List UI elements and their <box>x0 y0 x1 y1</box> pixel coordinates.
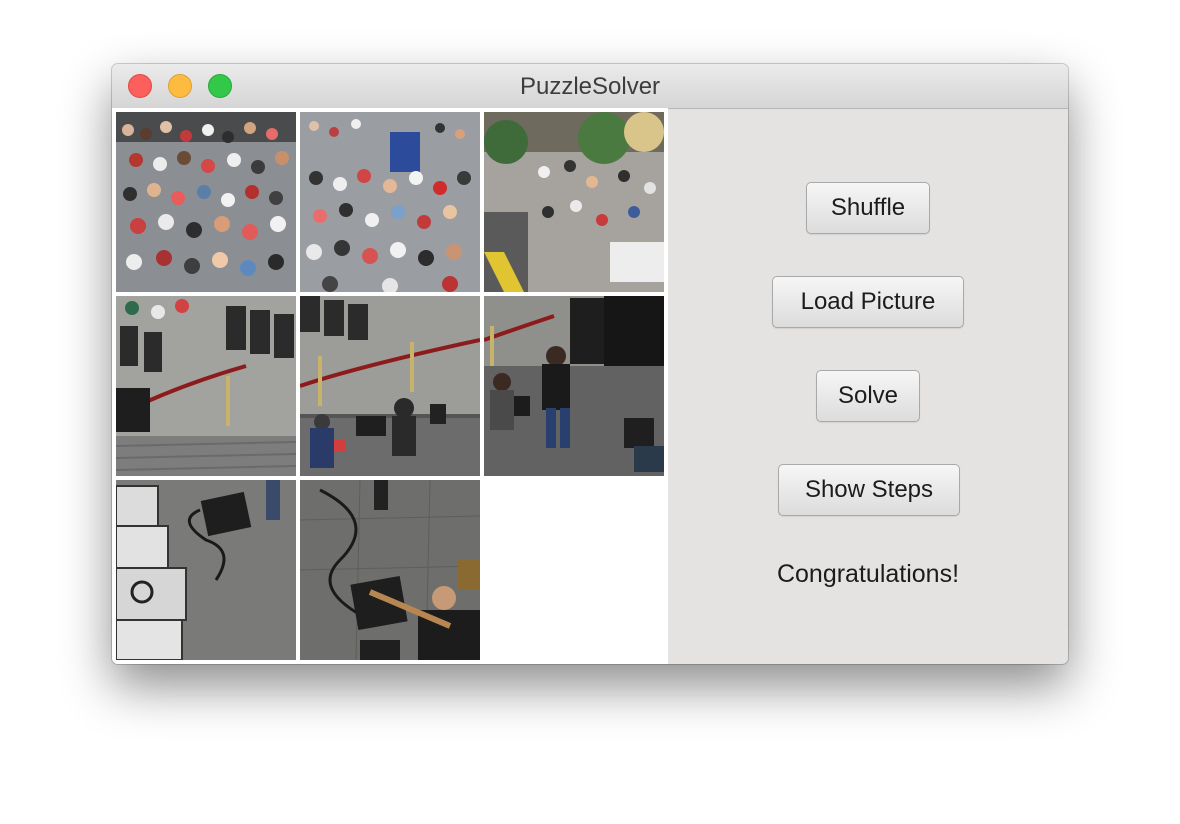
puzzle-board <box>112 108 668 664</box>
puzzle-tile-0-1[interactable] <box>300 112 480 292</box>
show-steps-button[interactable]: Show Steps <box>778 464 960 516</box>
control-panel: Shuffle Load Picture Solve Show Steps Co… <box>668 108 1068 664</box>
puzzle-tile-0-0[interactable] <box>116 112 296 292</box>
load-picture-button[interactable]: Load Picture <box>772 276 964 328</box>
title-bar[interactable]: PuzzleSolver <box>112 64 1068 109</box>
window-title: PuzzleSolver <box>519 73 661 100</box>
puzzle-tile-empty[interactable] <box>484 480 664 660</box>
shuffle-button[interactable]: Shuffle <box>806 182 930 234</box>
puzzle-tile-2-1[interactable] <box>300 480 480 660</box>
app-window: PuzzleSolver Shuffle Load Picture Solve … <box>112 64 1068 664</box>
puzzle-tile-1-1[interactable] <box>300 296 480 476</box>
puzzle-tile-0-2[interactable] <box>484 112 664 292</box>
puzzle-tile-1-2[interactable] <box>484 296 664 476</box>
solve-button[interactable]: Solve <box>816 370 920 422</box>
puzzle-tile-2-0[interactable] <box>116 480 296 660</box>
puzzle-tile-1-0[interactable] <box>116 296 296 476</box>
status-message: Congratulations! <box>776 560 960 588</box>
